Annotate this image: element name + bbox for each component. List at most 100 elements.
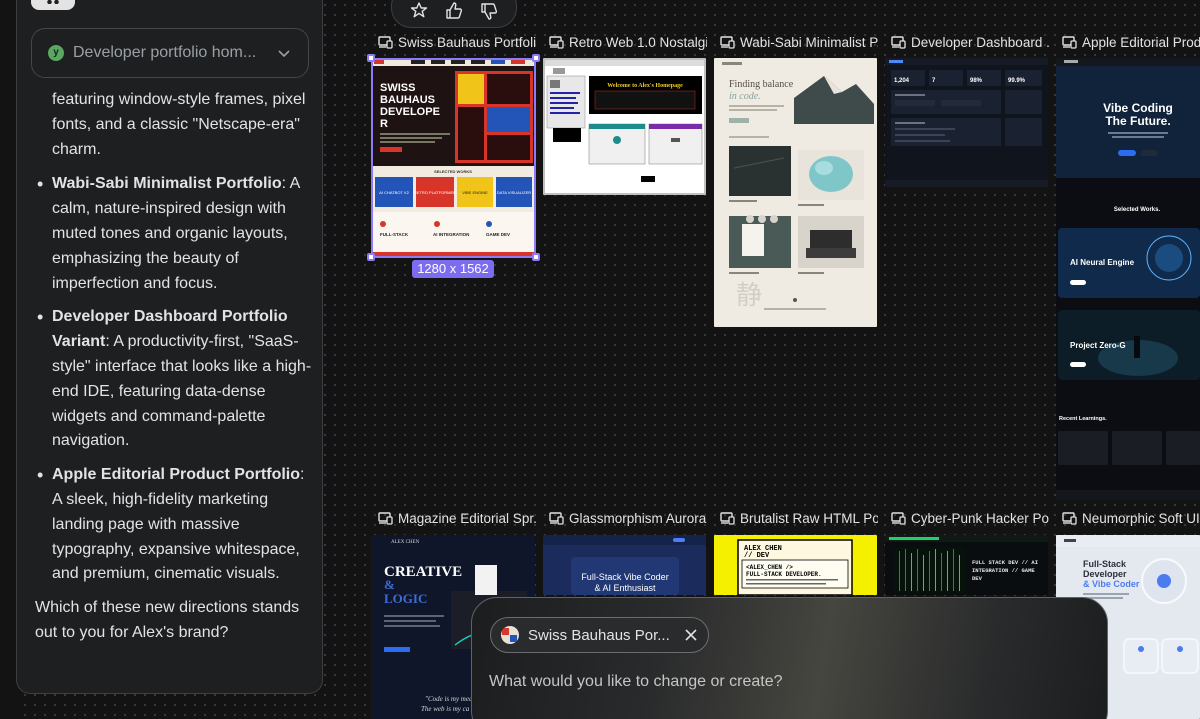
devices-icon [549, 511, 564, 525]
thumbnail-developer-dashboard[interactable]: 1,204 7 98% 99.9% [885, 58, 1048, 187]
project-selector[interactable]: y Developer portfolio hom... [31, 28, 309, 78]
neumorphic-hero-2: Developer [1083, 569, 1127, 579]
feedback-toolbar [391, 0, 517, 28]
devices-icon [891, 511, 906, 525]
chevron-down-icon [278, 50, 290, 58]
apple-learnings-title: Recent Learnings. [1059, 416, 1107, 422]
swiss-hero-line-4: R [380, 118, 388, 130]
card-title-glassmorphism[interactable]: Glassmorphism Aurora... [549, 509, 707, 527]
thumbs-up-icon[interactable] [444, 1, 464, 21]
swiss-hero-line-1: SWISS [380, 82, 415, 94]
item-title: Wabi-Sabi Minimalist Portfolio [52, 175, 282, 193]
swiss-skill-1: FULL-STACK [380, 232, 409, 237]
swiss-hero-line-3: DEVELOPE [380, 106, 440, 118]
card-title-brutalist[interactable]: Brutalist Raw HTML Po... [720, 509, 878, 527]
card-title-neumorphic[interactable]: Neumorphic Soft UI P [1062, 509, 1200, 527]
brutalist-name-2: // DEV [744, 552, 770, 560]
prompt-box: Swiss Bauhaus Por... [471, 597, 1108, 719]
card-title-retro-web[interactable]: Retro Web 1.0 Nostalgi... [549, 33, 707, 51]
apple-hero-line-2: The Future. [1105, 114, 1170, 128]
project-selector-label: Developer portfolio hom... [73, 44, 257, 61]
swiss-skill-2: AI INTEGRATION [433, 232, 469, 237]
prompt-input[interactable] [489, 670, 1089, 694]
swiss-work-4: DATA VISUALIZER [497, 190, 531, 195]
wabi-headline-2: in code. [729, 91, 761, 102]
list-item: Apple Editorial Product Portfolio: A sle… [35, 463, 315, 587]
neumorphic-hero-1: Full-Stack [1083, 559, 1127, 569]
magazine-quote-2: The web is my ca [421, 705, 470, 713]
swiss-skill-3: GAME DEV [486, 232, 510, 237]
card-title-cyber-punk[interactable]: Cyber-Punk Hacker Po... [891, 509, 1049, 527]
thumbnail-retro-web[interactable]: Welcome to Alex's Homepage [543, 58, 706, 195]
message-text: featuring window-style frames, pixel fon… [52, 91, 306, 158]
apple-section-title: Selected Works. [1114, 207, 1161, 213]
cyber-hero-1: FULL STACK DEV // AI [972, 559, 1038, 566]
cyber-hero-3: DEV [972, 575, 983, 582]
thumbnail-glassmorphism[interactable]: Full-Stack Vibe Coder & AI Enthusiast [543, 535, 706, 595]
card-title-magazine-editorial[interactable]: Magazine Editorial Spr... [378, 509, 536, 527]
context-chip-label: Swiss Bauhaus Por... [528, 626, 670, 644]
resize-handle-bottom-left[interactable] [367, 253, 375, 261]
design-directions-list: Wabi-Sabi Minimalist Portfolio: A calm, … [35, 172, 315, 587]
devices-icon [549, 35, 564, 49]
brutalist-tag-2: FULL-STACK DEVELOPER. [746, 571, 822, 578]
neumorphic-hero-3: & Vibe Coder [1083, 579, 1140, 589]
devices-icon [378, 35, 393, 49]
list-item: Developer Dashboard Portfolio Variant: A… [35, 305, 315, 454]
apple-project-1: AI Neural Engine [1070, 258, 1135, 267]
swiss-section-title: SELECTED WORKS [434, 169, 472, 174]
more-options-button[interactable] [31, 0, 75, 10]
list-item: Wabi-Sabi Minimalist Portfolio: A calm, … [35, 172, 315, 296]
card-title-developer-dashboard[interactable]: Developer Dashboard ... [891, 33, 1049, 51]
item-desc: : A productivity-first, "SaaS-style" int… [52, 333, 312, 450]
thumbnail-apple-editorial[interactable]: Vibe Coding The Future. Selected Works. … [1056, 58, 1200, 500]
devices-icon [378, 511, 393, 525]
thumbnail-swiss-bauhaus[interactable]: SWISS BAUHAUS DEVELOPE R SELECTED WORKS … [371, 58, 536, 258]
magazine-hero-2: & [384, 577, 395, 592]
chat-panel: y Developer portfolio hom... featuring w… [16, 0, 323, 694]
thumbnail-brutalist[interactable]: ALEX CHEN // DEV <ALEX_CHEN /> FULL-STAC… [714, 535, 877, 595]
swiss-thumbnail-icon [501, 626, 519, 644]
pin-icon[interactable] [409, 1, 429, 21]
devices-icon [1062, 511, 1077, 525]
swiss-work-3: VIBE ENGINE [462, 190, 488, 195]
devices-icon [720, 511, 735, 525]
card-title-wabi-sabi[interactable]: Wabi-Sabi Minimalist P... [720, 33, 878, 51]
item-desc: : A sleek, high-fidelity marketing landi… [52, 466, 305, 583]
resize-handle-top-right[interactable] [532, 54, 540, 62]
magazine-brand: ALEX CHEN [391, 540, 420, 545]
devices-icon [891, 35, 906, 49]
assistant-message: featuring window-style frames, pixel fon… [35, 88, 315, 646]
close-icon[interactable] [684, 628, 698, 642]
cyber-hero-2: INTEGRATION // GAME [972, 567, 1035, 574]
swiss-hero-line-2: BAUHAUS [380, 94, 435, 106]
context-chip[interactable]: Swiss Bauhaus Por... [490, 617, 709, 653]
item-desc: : A calm, nature-inspired design with mu… [52, 175, 300, 292]
wabi-kanji: 静 [736, 281, 762, 311]
card-title-swiss-bauhaus[interactable]: Swiss Bauhaus Portfoli... [378, 33, 536, 51]
glass-hero-2: & AI Enthusiast [594, 583, 656, 593]
dashboard-stat-1: 1,204 [894, 78, 910, 84]
magazine-quote-1: "Code is my med [425, 695, 473, 703]
card-title-apple-editorial[interactable]: Apple Editorial Produ [1062, 33, 1200, 51]
dashboard-stat-3: 98% [970, 78, 983, 84]
thumbnail-wabi-sabi[interactable]: Finding balance in code. 静 [714, 58, 877, 327]
apple-hero-line-1: Vibe Coding [1103, 101, 1173, 115]
retro-banner: Welcome to Alex's Homepage [607, 83, 683, 89]
wabi-headline-1: Finding balance [729, 79, 794, 90]
dashboard-stat-4: 99.9% [1008, 78, 1026, 84]
magazine-hero-1: CREATIVE [384, 564, 462, 580]
thumbnail-cyber-punk[interactable]: FULL STACK DEV // AI INTEGRATION // GAME… [885, 535, 1048, 595]
brutalist-tag-1: <ALEX_CHEN /> [746, 564, 793, 571]
magazine-hero-3: LOGIC [384, 591, 427, 606]
resize-handle-bottom-right[interactable] [532, 253, 540, 261]
resize-handle-top-left[interactable] [367, 54, 375, 62]
thumbs-down-icon[interactable] [479, 1, 499, 21]
dimensions-badge: 1280 x 1562 [412, 260, 494, 278]
swiss-work-2: RETRO PLATFORMER [414, 190, 456, 195]
message-question: Which of these new directions stands out… [35, 599, 300, 641]
left-edge [0, 0, 16, 719]
devices-icon [1062, 35, 1077, 49]
swiss-work-1: AI CHATBOT V2 [379, 190, 409, 195]
item-title: Apple Editorial Product Portfolio [52, 466, 300, 484]
